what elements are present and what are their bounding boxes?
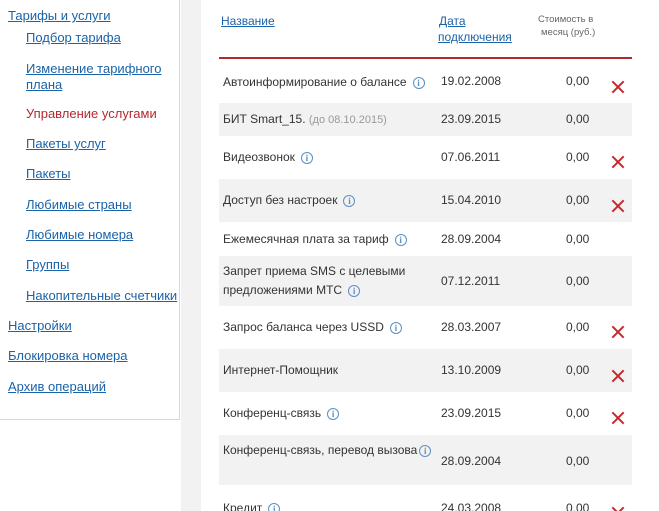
info-icon[interactable]: i: [268, 502, 281, 511]
info-icon[interactable]: i: [389, 321, 402, 334]
table-row: Доступ без настроек i 15.04.2010 0,00: [219, 179, 632, 222]
info-icon[interactable]: i: [348, 284, 361, 297]
connection-date: 13.10.2009: [441, 363, 502, 377]
connection-date: 28.09.2004: [441, 454, 502, 468]
table-row: БИТ Smart_15. (до 08.10.2015) 23.09.2015…: [219, 103, 632, 136]
delete-icon[interactable]: [611, 411, 625, 425]
nav-tariffs-services[interactable]: Тарифы и услуги: [8, 8, 111, 24]
nav-number-block[interactable]: Блокировка номера: [8, 348, 128, 364]
service-name: Автоинформирование о балансе i: [223, 73, 433, 92]
column-header-cost-line2: месяц (руб.): [541, 27, 596, 38]
table-row: Конференц-связь, перевод вызова i 28.09.2…: [219, 435, 632, 485]
header-divider: [219, 57, 632, 59]
monthly-cost: 0,00: [566, 232, 590, 246]
delete-icon[interactable]: [611, 199, 625, 213]
service-name: Запрос баланса через USSD i: [223, 318, 433, 337]
monthly-cost: 0,00: [566, 320, 590, 334]
connection-date: 07.12.2011: [441, 274, 501, 288]
info-icon[interactable]: i: [394, 233, 407, 246]
monthly-cost: 0,00: [566, 193, 590, 207]
info-icon[interactable]: i: [343, 194, 356, 207]
monthly-cost: 0,00: [566, 274, 590, 288]
nav-groups[interactable]: Группы: [26, 257, 69, 273]
service-name: БИТ Smart_15. (до 08.10.2015): [223, 112, 387, 126]
service-note: (до 08.10.2015): [308, 114, 387, 126]
table-row: Видеозвонок i 07.06.2011 0,00: [219, 136, 632, 179]
connection-date: 15.04.2010: [441, 193, 502, 207]
nav-packages[interactable]: Пакеты: [26, 166, 71, 182]
connection-date: 24.03.2008: [441, 501, 502, 511]
nav-service-packages[interactable]: Пакеты услуг: [26, 136, 106, 152]
table-row: Ежемесячная плата за тариф i 28.09.2004 0…: [219, 222, 632, 256]
service-name: Доступ без настроек i: [223, 191, 433, 210]
nav-favorite-countries[interactable]: Любимые страны: [26, 197, 132, 213]
info-icon[interactable]: i: [419, 444, 432, 457]
delete-icon[interactable]: [611, 369, 625, 383]
table-row: Конференц-связь i 23.09.2015 0,00: [219, 392, 632, 435]
connection-date: 28.09.2004: [441, 232, 502, 246]
nav-change-tariff-plan[interactable]: Изменение тарифного плана: [26, 61, 171, 93]
delete-icon[interactable]: [611, 80, 625, 94]
nav-cumulative-counters[interactable]: Накопительные счетчики: [26, 288, 177, 304]
connection-date: 07.06.2011: [441, 150, 501, 164]
table-row: Интернет-Помощник 13.10.2009 0,00: [219, 349, 632, 392]
nav-operations-archive[interactable]: Архив операций: [8, 379, 106, 395]
monthly-cost: 0,00: [566, 363, 590, 377]
info-icon[interactable]: i: [412, 76, 425, 89]
column-header-name[interactable]: Название: [221, 13, 275, 29]
table-row: Кредит i 24.03.2008 0,00: [219, 485, 632, 511]
info-icon[interactable]: i: [300, 151, 313, 164]
services-table: Название Дата подключения Стоимость в ме…: [201, 0, 659, 511]
column-header-cost-line1: Стоимость в: [538, 14, 594, 25]
service-name: Запрет приема SMS с целевыми предложения…: [223, 264, 406, 297]
delete-icon[interactable]: [611, 506, 625, 511]
service-name: Ежемесячная плата за тариф i: [223, 230, 433, 249]
monthly-cost: 0,00: [566, 150, 590, 164]
table-row: Запрос баланса через USSD i 28.03.2007 0,…: [219, 306, 632, 349]
nav-settings[interactable]: Настройки: [8, 318, 72, 334]
connection-date: 23.09.2015: [441, 406, 502, 420]
monthly-cost: 0,00: [566, 74, 590, 88]
service-name: Интернет-Помощник: [223, 363, 339, 377]
column-header-date-line1[interactable]: Дата: [439, 13, 466, 29]
monthly-cost: 0,00: [566, 501, 590, 511]
info-icon[interactable]: i: [327, 407, 340, 420]
connection-date: 28.03.2007: [441, 320, 502, 334]
service-name: Конференц-связь i: [223, 404, 433, 423]
table-row: Автоинформирование о балансе i 19.02.2008…: [219, 61, 632, 103]
service-name: Видеозвонок i: [223, 148, 433, 167]
table-row: Запрет приема SMS с целевыми предложения…: [219, 256, 632, 306]
monthly-cost: 0,00: [566, 454, 590, 468]
nav-manage-services[interactable]: Управление услугами: [26, 106, 157, 122]
sidebar-nav: Тарифы и услуги Подбор тарифа Изменение …: [0, 0, 180, 420]
column-header-date-line2[interactable]: подключения: [438, 29, 512, 45]
delete-icon[interactable]: [611, 155, 625, 169]
content-separator: [181, 0, 201, 511]
connection-date: 19.02.2008: [441, 74, 502, 88]
nav-favorite-numbers[interactable]: Любимые номера: [26, 227, 133, 243]
nav-tariff-selection[interactable]: Подбор тарифа: [26, 30, 121, 46]
service-name: Кредит i: [223, 499, 433, 511]
monthly-cost: 0,00: [566, 406, 590, 420]
connection-date: 23.09.2015: [441, 112, 502, 126]
monthly-cost: 0,00: [566, 112, 590, 126]
delete-icon[interactable]: [611, 325, 625, 339]
service-name: Конференц-связь, перевод вызова i: [223, 441, 433, 460]
